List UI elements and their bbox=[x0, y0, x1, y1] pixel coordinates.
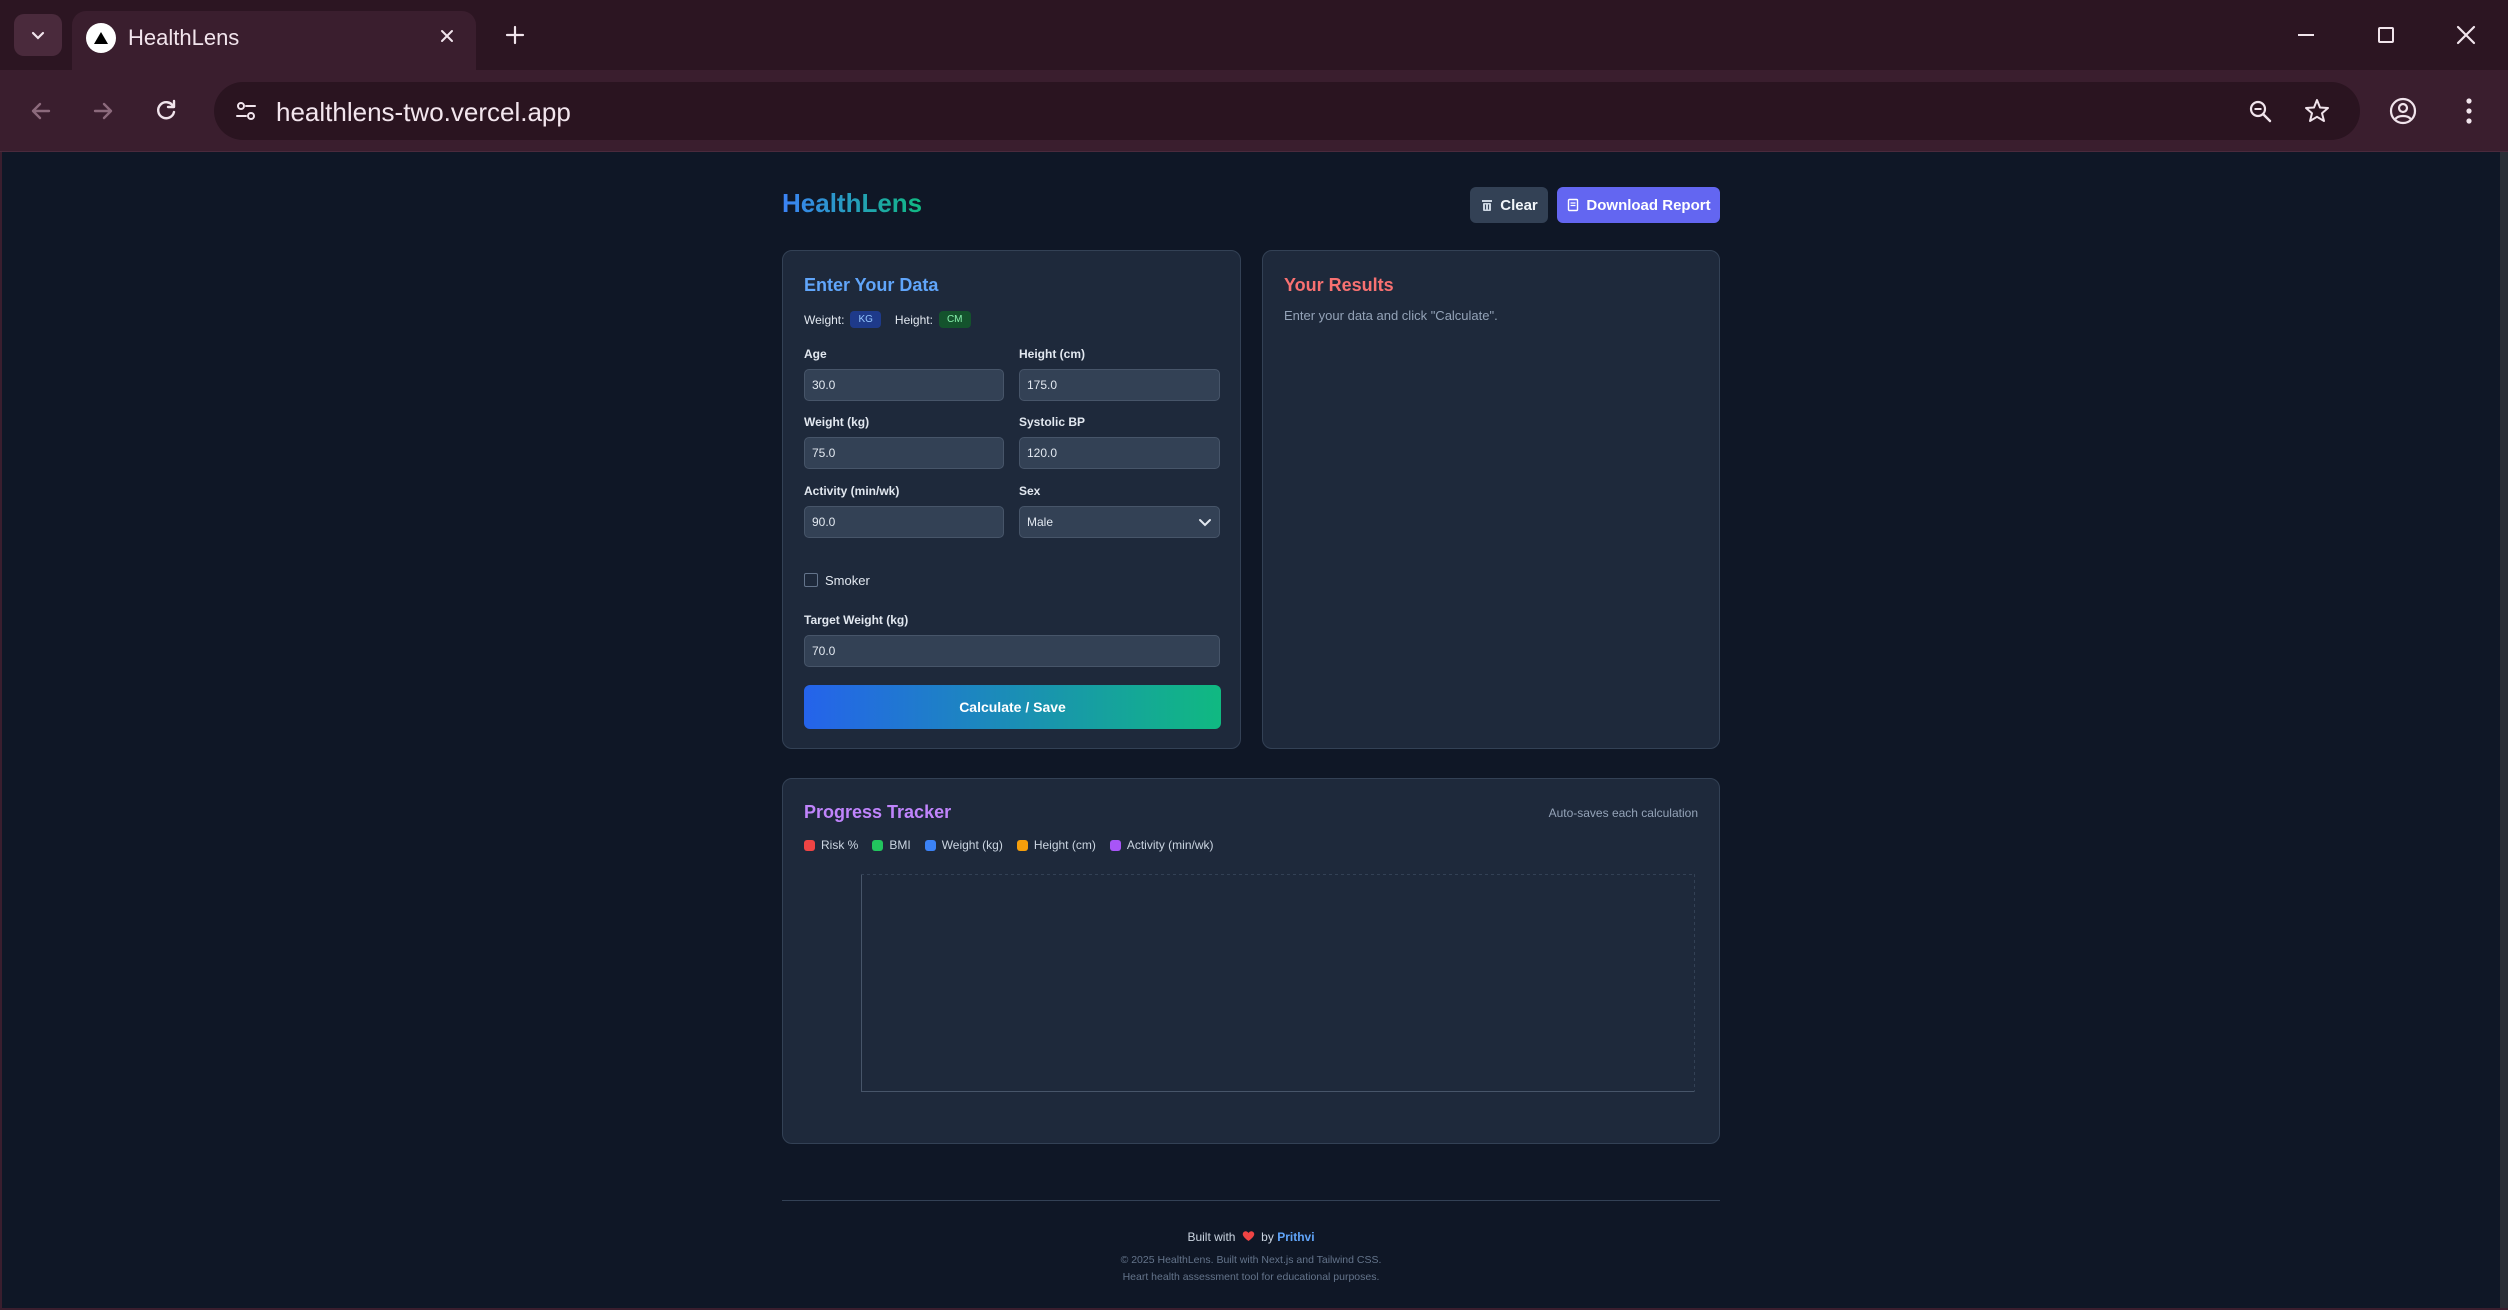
chevron-down-icon bbox=[1199, 519, 1211, 527]
weight-label: Weight (kg) bbox=[804, 415, 870, 429]
target-weight-label: Target Weight (kg) bbox=[804, 613, 909, 627]
legend-swatch bbox=[1109, 839, 1121, 851]
clear-button[interactable]: Clear bbox=[1470, 187, 1548, 223]
heart-icon bbox=[1242, 1231, 1255, 1241]
tab-search-button[interactable] bbox=[14, 14, 62, 56]
results-card: Your Results Enter your data and click "… bbox=[1262, 250, 1720, 749]
smoker-checkbox[interactable] bbox=[804, 573, 818, 587]
autosave-note: Auto-saves each calculation bbox=[1548, 806, 1698, 820]
footer-copyright: © 2025 HealthLens. Built with Next.js an… bbox=[1120, 1254, 1382, 1266]
document-icon bbox=[1568, 198, 1579, 212]
legend-item-activity[interactable]: Activity (min/wk) bbox=[1109, 838, 1214, 852]
footer-credit: Built with by Prithvi bbox=[782, 1230, 1720, 1244]
browser-chrome: HealthLens healthlens-two.vercel.app bbox=[0, 0, 2508, 152]
browser-tab-active[interactable]: HealthLens bbox=[72, 11, 476, 70]
url-text[interactable]: healthlens-two.vercel.app bbox=[276, 97, 571, 128]
app-brand[interactable]: HealthLens bbox=[782, 188, 922, 219]
address-bar[interactable]: healthlens-two.vercel.app bbox=[214, 82, 2360, 140]
download-report-button[interactable]: Download Report bbox=[1557, 187, 1720, 223]
site-settings-icon[interactable] bbox=[226, 91, 266, 131]
smoker-label[interactable]: Smoker bbox=[825, 573, 870, 588]
legend-swatch bbox=[924, 839, 936, 851]
clear-button-label: Clear bbox=[1500, 196, 1538, 214]
footer-divider bbox=[782, 1200, 1720, 1201]
age-input[interactable] bbox=[804, 369, 1004, 401]
systolic-bp-label: Systolic BP bbox=[1019, 415, 1086, 429]
legend-label: Height (cm) bbox=[1033, 838, 1096, 852]
tab-bar: HealthLens bbox=[0, 0, 2508, 70]
results-title: Your Results bbox=[1284, 275, 1394, 295]
maximize-icon[interactable] bbox=[2356, 12, 2416, 58]
chart-legend: Risk % BMI Weight (kg) Height (cm) Activ… bbox=[804, 838, 1214, 852]
browser-toolbar: healthlens-two.vercel.app bbox=[0, 70, 2508, 152]
progress-title: Progress Tracker bbox=[804, 802, 952, 822]
legend-item-weight[interactable]: Weight (kg) bbox=[924, 838, 1003, 852]
author-link[interactable]: Prithvi bbox=[1277, 1230, 1314, 1244]
legend-label: Weight (kg) bbox=[941, 838, 1003, 852]
profile-icon[interactable] bbox=[2380, 88, 2426, 134]
bookmark-star-icon[interactable] bbox=[2297, 91, 2337, 131]
footer-built-with: Built with bbox=[1187, 1230, 1236, 1244]
legend-swatch bbox=[872, 839, 884, 851]
calculate-save-button[interactable]: Calculate / Save bbox=[804, 685, 1221, 729]
tab-close-icon[interactable] bbox=[432, 21, 462, 51]
data-entry-card: Enter Your Data Weight: KG Height: CM Ag… bbox=[782, 250, 1241, 749]
back-arrow-icon[interactable] bbox=[18, 88, 64, 134]
sex-label: Sex bbox=[1019, 484, 1041, 498]
progress-tracker-card: Progress Tracker Auto-saves each calcula… bbox=[782, 778, 1720, 1144]
systolic-bp-input[interactable] bbox=[1019, 437, 1220, 469]
activity-input[interactable] bbox=[804, 506, 1004, 538]
unit-toggles: Weight: KG Height: CM bbox=[804, 311, 985, 328]
legend-item-risk[interactable]: Risk % bbox=[804, 838, 858, 852]
minimize-icon[interactable] bbox=[2276, 12, 2336, 58]
download-report-label: Download Report bbox=[1586, 196, 1711, 214]
forward-arrow-icon[interactable] bbox=[80, 88, 126, 134]
legend-item-height[interactable]: Height (cm) bbox=[1016, 838, 1096, 852]
target-weight-input[interactable] bbox=[804, 635, 1220, 667]
height-unit-toggle[interactable]: CM bbox=[938, 311, 971, 328]
height-unit-label: Height: bbox=[894, 312, 933, 327]
window-frame-left bbox=[0, 152, 2, 1310]
new-tab-icon[interactable] bbox=[494, 14, 536, 56]
chevron-down-icon bbox=[31, 31, 45, 40]
weight-unit-label: Weight: bbox=[804, 312, 845, 327]
weight-input[interactable] bbox=[804, 437, 1004, 469]
page-scrollbar[interactable] bbox=[2500, 152, 2508, 1310]
sex-select-value: Male bbox=[1027, 515, 1054, 529]
legend-label: Activity (min/wk) bbox=[1126, 838, 1214, 852]
progress-chart bbox=[861, 874, 1695, 1092]
age-label: Age bbox=[804, 347, 827, 361]
height-label: Height (cm) bbox=[1019, 347, 1085, 361]
weight-unit-toggle[interactable]: KG bbox=[850, 311, 881, 328]
zoom-icon[interactable] bbox=[2240, 91, 2280, 131]
results-hint: Enter your data and click "Calculate". bbox=[1284, 308, 1498, 323]
legend-label: BMI bbox=[889, 838, 911, 852]
favicon-icon bbox=[86, 23, 116, 53]
window-close-icon[interactable] bbox=[2436, 12, 2496, 58]
menu-kebab-icon[interactable] bbox=[2446, 88, 2492, 134]
legend-swatch bbox=[1016, 839, 1028, 851]
legend-swatch bbox=[804, 839, 815, 851]
tab-title: HealthLens bbox=[128, 25, 240, 50]
reload-icon[interactable] bbox=[143, 88, 189, 134]
legend-label: Risk % bbox=[821, 838, 859, 852]
data-entry-title: Enter Your Data bbox=[804, 275, 939, 295]
trash-icon bbox=[1482, 200, 1493, 211]
footer-disclaimer: Heart health assessment tool for educati… bbox=[1122, 1271, 1380, 1283]
activity-label: Activity (min/wk) bbox=[804, 484, 900, 498]
height-input[interactable] bbox=[1019, 369, 1220, 401]
footer-by: by bbox=[1261, 1230, 1274, 1244]
sex-select[interactable]: Male bbox=[1019, 506, 1220, 538]
legend-item-bmi[interactable]: BMI bbox=[872, 838, 911, 852]
